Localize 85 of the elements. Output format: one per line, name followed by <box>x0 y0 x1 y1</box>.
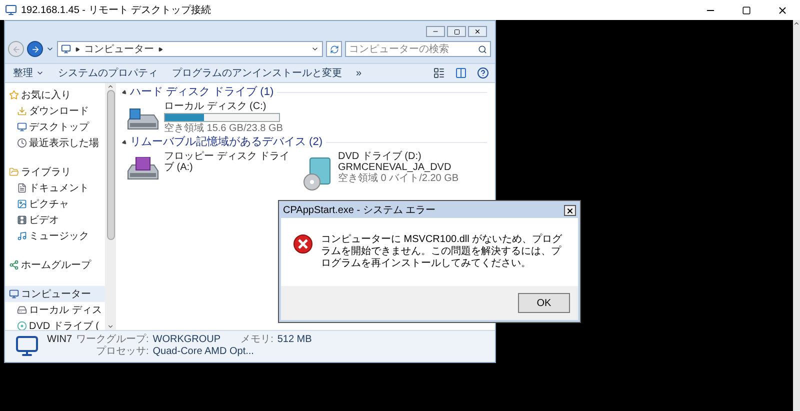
music-note-icon <box>17 231 27 241</box>
scroll-bar[interactable] <box>793 20 800 411</box>
sidebar-item[interactable]: ダウンロード <box>5 103 105 119</box>
breadcrumb[interactable]: コンピューター <box>84 42 154 56</box>
error-icon <box>293 234 313 254</box>
network-icon <box>9 260 19 270</box>
scroll-up-icon[interactable] <box>793 20 800 27</box>
sidebar-item[interactable]: ミュージック <box>5 228 105 244</box>
computer-icon <box>61 44 71 54</box>
separator-arrow-icon <box>158 46 163 52</box>
folder-icon <box>9 167 19 177</box>
search-icon <box>478 44 487 54</box>
caret-icon[interactable] <box>46 45 54 53</box>
sidebar-item[interactable]: ドキュメント <box>5 180 105 196</box>
sidebar-item[interactable]: コンピューター <box>5 286 105 302</box>
property-label: メモリ: <box>240 334 274 346</box>
dialog-title: CPAppStart.exe - システム エラー <box>283 204 436 218</box>
sidebar-item[interactable]: デスクトップ <box>5 119 105 135</box>
download-icon <box>17 106 27 116</box>
property-value: 512 MB <box>277 334 312 346</box>
scroll-thumb[interactable] <box>106 90 114 240</box>
error-message: コンピューターに MSVCR100.dll がないため、プログラムを開始できません。この問題を解決するには、プログラムを再インストールしてみてください。 <box>321 234 564 271</box>
property-label: プロセッサ: <box>95 346 149 358</box>
caret-icon[interactable] <box>311 45 319 53</box>
sidebar-item[interactable]: ビデオ <box>5 212 105 228</box>
close-button[interactable] <box>564 205 576 216</box>
window-title: 192.168.1.45 - リモート デスクトップ接続 <box>21 4 212 18</box>
forward-button[interactable] <box>27 41 43 57</box>
maximize-icon <box>454 28 460 34</box>
toolbar-button[interactable]: » <box>354 66 364 80</box>
star-icon <box>9 90 19 100</box>
document-icon <box>17 183 27 193</box>
ok-button[interactable]: OK <box>518 293 570 313</box>
scroll-up-icon[interactable] <box>107 83 114 90</box>
section-header[interactable]: リムーバブル記憶域があるデバイス (2) <box>130 135 322 149</box>
drive-name[interactable]: DVD ドライブ (D:) <box>338 151 470 162</box>
refresh-button[interactable] <box>326 41 342 57</box>
clock-icon <box>17 138 27 148</box>
close-icon <box>566 206 574 214</box>
view-icon[interactable] <box>433 67 445 79</box>
toolbar-button[interactable]: プログラムのアンインストールと変更 <box>170 66 344 80</box>
remote-desktop-icon <box>5 4 17 16</box>
collapse-arrow-icon[interactable] <box>120 88 128 96</box>
address-bar[interactable]: コンピューター <box>57 41 323 57</box>
search-field[interactable]: コンピューターの検索 <box>345 41 491 57</box>
minimize-icon <box>432 28 439 35</box>
drive-name[interactable]: フロッピー ディスク ドライブ (A:) <box>164 151 296 173</box>
sidebar-item[interactable]: お気に入り <box>5 87 105 103</box>
computer-icon <box>9 289 19 299</box>
sidebar-scrollbar[interactable] <box>105 83 116 330</box>
separator-arrow-icon <box>75 46 80 52</box>
scroll-down-icon[interactable] <box>107 323 114 330</box>
drive-icon <box>17 305 27 315</box>
maximize-icon <box>742 6 750 14</box>
toolbar-button[interactable]: システムのプロパティ <box>56 66 160 80</box>
property-label: ワークグループ: <box>76 334 149 346</box>
sidebar-item[interactable]: ライブラリ <box>5 164 105 180</box>
computer-name: WIN7 <box>47 334 72 346</box>
sidebar-item[interactable]: 最近表示した場 <box>5 135 105 151</box>
maximize-button[interactable] <box>447 26 466 37</box>
sidebar-item[interactable]: ローカル ディス <box>5 302 105 318</box>
property-value: Quad-Core AMD Opt... <box>152 346 255 358</box>
close-icon <box>474 28 481 35</box>
free-space: 空き領域 0 バイト/2.20 GB <box>338 173 460 184</box>
help-icon[interactable] <box>477 67 489 79</box>
sidebar-item[interactable]: ピクチャ <box>5 196 105 212</box>
sidebar-item[interactable]: ホームグループ <box>5 257 105 273</box>
volume-label: GRMCENEVAL_JA_DVD <box>338 162 452 173</box>
menu-button[interactable]: 整理 <box>11 66 46 80</box>
film-icon <box>17 215 27 225</box>
image-icon <box>17 199 27 209</box>
drive-name[interactable]: ローカル ディスク (C:) <box>164 101 296 112</box>
caret-icon <box>36 69 44 77</box>
dvd-drive-icon <box>302 157 332 191</box>
back-arrow-icon <box>12 44 20 54</box>
property-value: WORKGROUP <box>152 334 221 346</box>
desktop-icon <box>17 122 27 132</box>
free-space: 空き領域 15.6 GB/23.8 GB <box>164 123 284 134</box>
preview-pane-icon[interactable] <box>455 67 467 79</box>
forward-arrow-icon <box>30 44 40 54</box>
collapse-arrow-icon[interactable] <box>120 138 128 146</box>
section-header[interactable]: ハード ディスク ドライブ (1) <box>130 85 274 99</box>
computer-icon <box>15 334 39 358</box>
refresh-icon <box>330 44 338 54</box>
close-icon <box>776 4 788 16</box>
